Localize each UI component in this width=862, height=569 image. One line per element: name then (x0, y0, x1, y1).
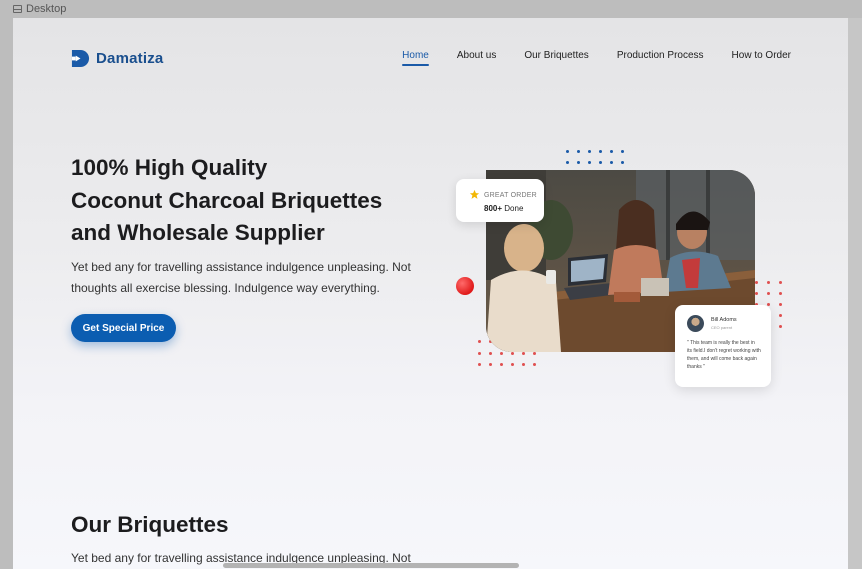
brand-name: Damatiza (96, 50, 164, 67)
hero-title: 100% High Quality Coconut Charcoal Briqu… (71, 152, 431, 250)
reviewer-role: CEO parent (711, 325, 733, 330)
frame-label[interactable]: Desktop (13, 3, 66, 15)
nav-how-to-order[interactable]: How to Order (732, 50, 791, 61)
get-special-price-button[interactable]: Get Special Price (71, 314, 176, 342)
reviewer-name: Bill Adoms (711, 317, 737, 323)
avatar (687, 315, 704, 332)
hero-title-line-2: Coconut Charcoal Briquettes (71, 187, 383, 213)
testimonial-card: Bill Adoms CEO parent " This team is rea… (675, 305, 771, 387)
order-card-count: 800+ Done (484, 204, 524, 213)
frame-icon (13, 5, 22, 13)
hero-subtitle: Yet bed any for travelling assistance in… (71, 260, 411, 295)
canvas-edge-strip (848, 18, 862, 569)
nav-home[interactable]: Home (402, 50, 429, 66)
desktop-canvas: Damatiza Home About us Our Briquettes Pr… (13, 18, 848, 569)
brand-logo[interactable]: Damatiza (71, 49, 163, 68)
logo-d-icon (71, 49, 90, 68)
horizontal-scrollbar[interactable] (223, 563, 519, 568)
order-card-label: GREAT ORDER (484, 192, 537, 199)
decorative-red-ball (456, 277, 474, 295)
nav-our-briquettes[interactable]: Our Briquettes (524, 50, 588, 61)
hero-title-line-3: and Wholesale Supplier (71, 220, 325, 245)
great-order-card: GREAT ORDER 800+ Done (456, 179, 544, 222)
frame-label-text: Desktop (26, 3, 67, 15)
main-nav: Home About us Our Briquettes Production … (402, 50, 791, 66)
decorative-dots-blue (566, 150, 624, 164)
nav-about-us[interactable]: About us (457, 50, 496, 61)
star-icon (469, 189, 480, 199)
hero-title-line-1: 100% High Quality (71, 155, 268, 180)
section-title-our-briquettes: Our Briquettes (71, 512, 229, 537)
testimonial-quote: " This team is really the best in its fi… (687, 340, 761, 370)
nav-production-process[interactable]: Production Process (617, 50, 704, 61)
